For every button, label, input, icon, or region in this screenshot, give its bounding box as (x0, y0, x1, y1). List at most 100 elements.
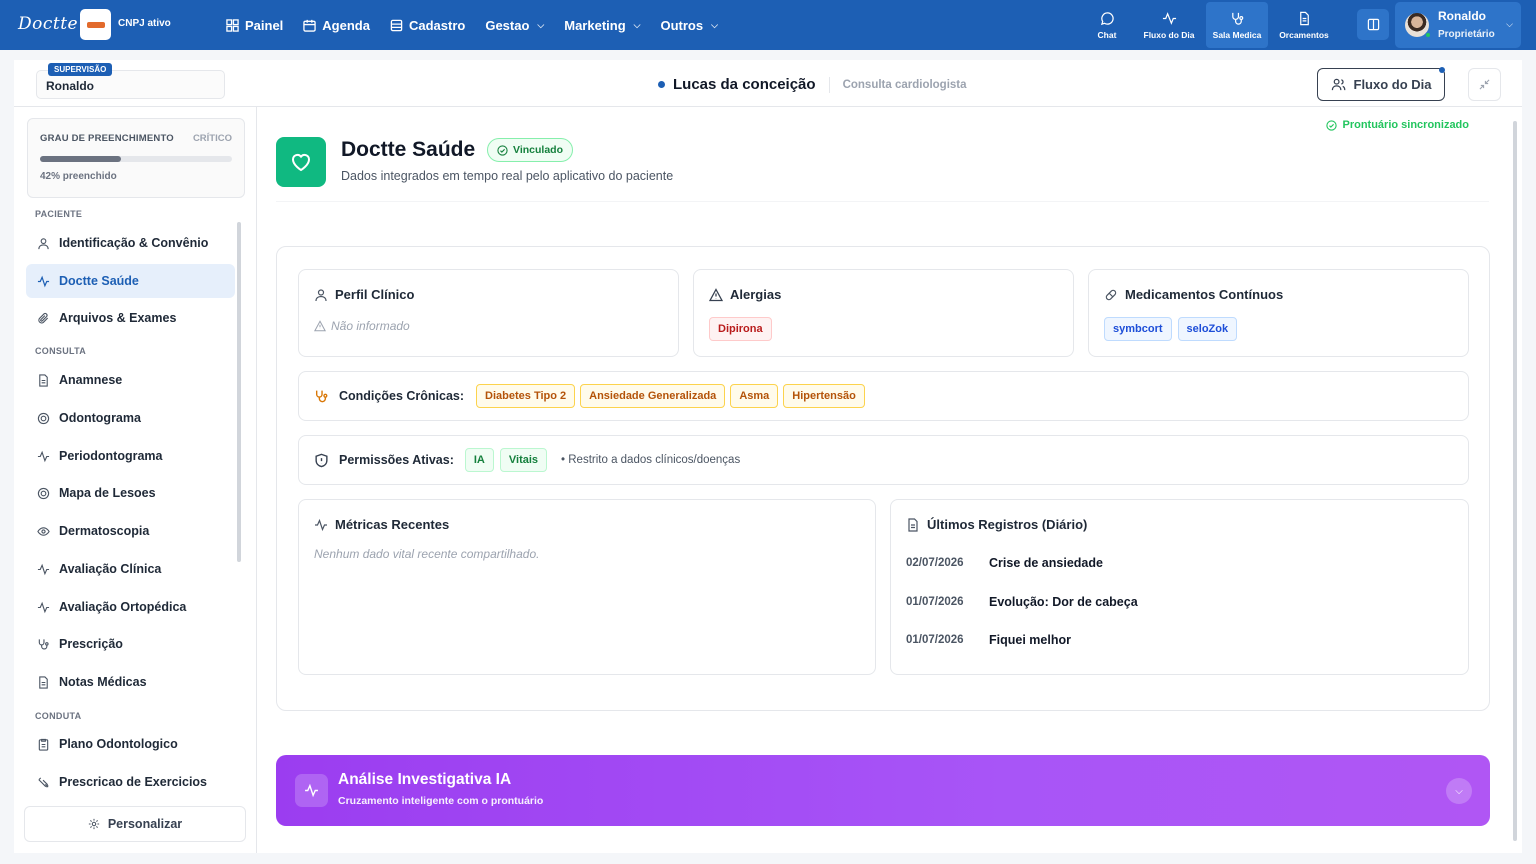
sidebar-item-anamnese[interactable]: Anamnese (26, 363, 235, 397)
empty-state: Nenhum dado vital recente compartilhado. (314, 547, 540, 561)
company-logo[interactable] (80, 9, 111, 40)
empty-state: Não informado (314, 319, 410, 333)
progress-title: GRAU DE PREENCHIMENTO (40, 133, 174, 144)
paperclip-icon (38, 312, 49, 323)
warning-icon (709, 287, 723, 301)
card-title: Medicamentos Contínuos (1125, 287, 1284, 302)
chevron-down-icon[interactable]: ⌵ (1446, 778, 1472, 804)
record-row[interactable]: 01/07/2026 Fiquei melhor (906, 633, 1071, 647)
sidebar-item-mapa-lesoes[interactable]: Mapa de Lesoes (26, 476, 235, 510)
user-icon (38, 237, 49, 249)
doctte-saude-logo (276, 137, 326, 187)
heart-icon (291, 153, 311, 172)
panel-toggle-button[interactable] (1357, 9, 1389, 40)
section-label-conduta: CONDUTA (35, 711, 82, 721)
nav-painel[interactable]: Painel (226, 18, 283, 33)
fluxo-do-dia-button[interactable]: Fluxo do Dia (1317, 67, 1445, 101)
sidebar-panel-icon (1367, 18, 1379, 31)
chronic-conditions-row: Condições Crônicas: Diabetes Tipo 2 Ansi… (298, 371, 1469, 421)
app-logo[interactable]: Doctte (18, 14, 78, 34)
warning-icon (314, 320, 326, 332)
users-icon (1331, 78, 1345, 91)
sidebar-item-prescricao[interactable]: Prescrição (26, 627, 235, 661)
ai-panel-title: Análise Investigativa IA (338, 771, 512, 788)
target-icon (37, 487, 50, 499)
nav-gestao[interactable]: Gestao ⌵ (485, 18, 544, 33)
quick-orcamentos[interactable]: Orcamentos (1273, 2, 1335, 48)
sidebar-item-doctte-saude[interactable]: Doctte Saúde (26, 264, 235, 298)
sidebar-item-avaliacao-clinica[interactable]: Avaliação Clínica (26, 552, 235, 586)
recent-metrics-card: Métricas Recentes Nenhum dado vital rece… (298, 499, 876, 675)
personalize-button[interactable]: Personalizar (24, 806, 246, 842)
card-title: Métricas Recentes (335, 517, 450, 532)
user-name: Ronaldo (1438, 9, 1486, 23)
card-title: Alergias (730, 287, 782, 302)
record-row[interactable]: 01/07/2026 Evolução: Dor de cabeça (906, 595, 1138, 609)
health-data-card: Perfil Clínico Não informado Alergias Di… (276, 246, 1490, 711)
nav-cadastro[interactable]: Cadastro (390, 18, 465, 33)
permission-tag: IA (464, 448, 494, 472)
chevron-down-icon: ⌵ (711, 19, 718, 30)
sidebar-item-identificacao[interactable]: Identificação & Convênio (26, 226, 235, 260)
record-row[interactable]: 02/07/2026 Crise de ansiedade (906, 556, 1103, 570)
quick-chat[interactable]: Chat (1076, 2, 1138, 48)
sidebar-item-periodontograma[interactable]: Periodontograma (26, 439, 235, 473)
main-scrollbar[interactable] (1513, 121, 1517, 841)
clinical-profile-card: Perfil Clínico Não informado (298, 269, 679, 357)
database-icon (390, 19, 403, 31)
quick-sala-medica[interactable]: Sala Medica (1206, 2, 1268, 48)
sidebar-item-dermatoscopia[interactable]: Dermatoscopia (26, 514, 235, 548)
user-icon (315, 288, 327, 301)
chevron-down-icon: ⌵ (633, 19, 641, 30)
allergy-tag: Dipirona (709, 317, 772, 341)
activity-icon (295, 774, 328, 807)
gear-icon (88, 818, 99, 830)
nav-agenda[interactable]: Agenda (303, 18, 370, 33)
notification-dot (1439, 67, 1445, 73)
sidebar-item-prescricao-exercicios[interactable]: Prescricao de Exercicios (26, 765, 235, 799)
document-icon (1299, 11, 1309, 25)
clipboard-icon (38, 738, 49, 751)
activity-icon (37, 563, 50, 575)
top-navigation-bar: Doctte CNPJ ativo Painel Agenda Cadastro… (0, 0, 1536, 50)
consult-type: Consulta cardiologista (842, 78, 967, 91)
permission-note: • Restrito a dados clínicos/doenças (561, 454, 741, 466)
sidebar-item-odontograma[interactable]: Odontograma (26, 401, 235, 435)
activity-icon (37, 601, 50, 613)
medication-tag: symbcort (1104, 317, 1172, 341)
allergies-card: Alergias Dipirona (693, 269, 1074, 357)
condition-tag: Hipertensão (783, 384, 865, 408)
ai-analysis-panel[interactable]: Análise Investigativa IA Cruzamento inte… (276, 755, 1490, 826)
sidebar-item-notas-medicas[interactable]: Notas Médicas (26, 665, 235, 699)
permission-tag: Vitais (499, 448, 548, 472)
chevron-down-icon: ⌵ (537, 19, 545, 30)
sync-status: Prontuário sincronizado (1326, 119, 1469, 131)
nav-outros[interactable]: Outros ⌵ (660, 18, 717, 33)
quick-fluxo-do-dia[interactable]: Fluxo do Dia (1138, 2, 1200, 48)
chevron-down-icon: ⌵ (1506, 19, 1513, 29)
user-menu[interactable]: Ronaldo Proprietário ⌵ (1395, 2, 1521, 48)
stethoscope-icon (315, 390, 328, 402)
collapse-button[interactable] (1468, 68, 1501, 101)
progress-status: CRÍTICO (192, 133, 232, 144)
stethoscope-icon (1231, 12, 1243, 25)
permissions-row: Permissões Ativas: IA Vitais • Restrito … (298, 435, 1469, 485)
minimize-icon (1479, 79, 1490, 90)
check-circle-icon (1326, 119, 1338, 131)
patient-header: SUPERVISÃO Ronaldo Lucas da conceição Co… (14, 60, 1522, 107)
sidebar-scrollbar[interactable] (237, 222, 241, 562)
condition-tag: Diabetes Tipo 2 (476, 384, 576, 408)
sidebar-item-avaliacao-ortopedica[interactable]: Avaliação Ortopédica (26, 590, 235, 624)
condition-tag: Ansiedade Generalizada (580, 384, 726, 408)
row-label: Condições Crônicas: (339, 389, 465, 403)
progress-text: 42% preenchido (40, 171, 117, 182)
main-content: Prontuário sincronizado Doctte Saúde Vin… (257, 107, 1522, 853)
card-title: Últimos Registros (Diário) (927, 517, 1088, 532)
nav-marketing[interactable]: Marketing ⌵ (564, 18, 640, 33)
page-title: Doctte Saúde (341, 138, 476, 161)
divider (828, 76, 830, 93)
stethoscope-icon (38, 638, 49, 649)
sidebar-item-arquivos[interactable]: Arquivos & Exames (26, 301, 235, 335)
sidebar-item-plano-odontologico[interactable]: Plano Odontologico (26, 727, 235, 761)
document-icon (39, 373, 48, 387)
